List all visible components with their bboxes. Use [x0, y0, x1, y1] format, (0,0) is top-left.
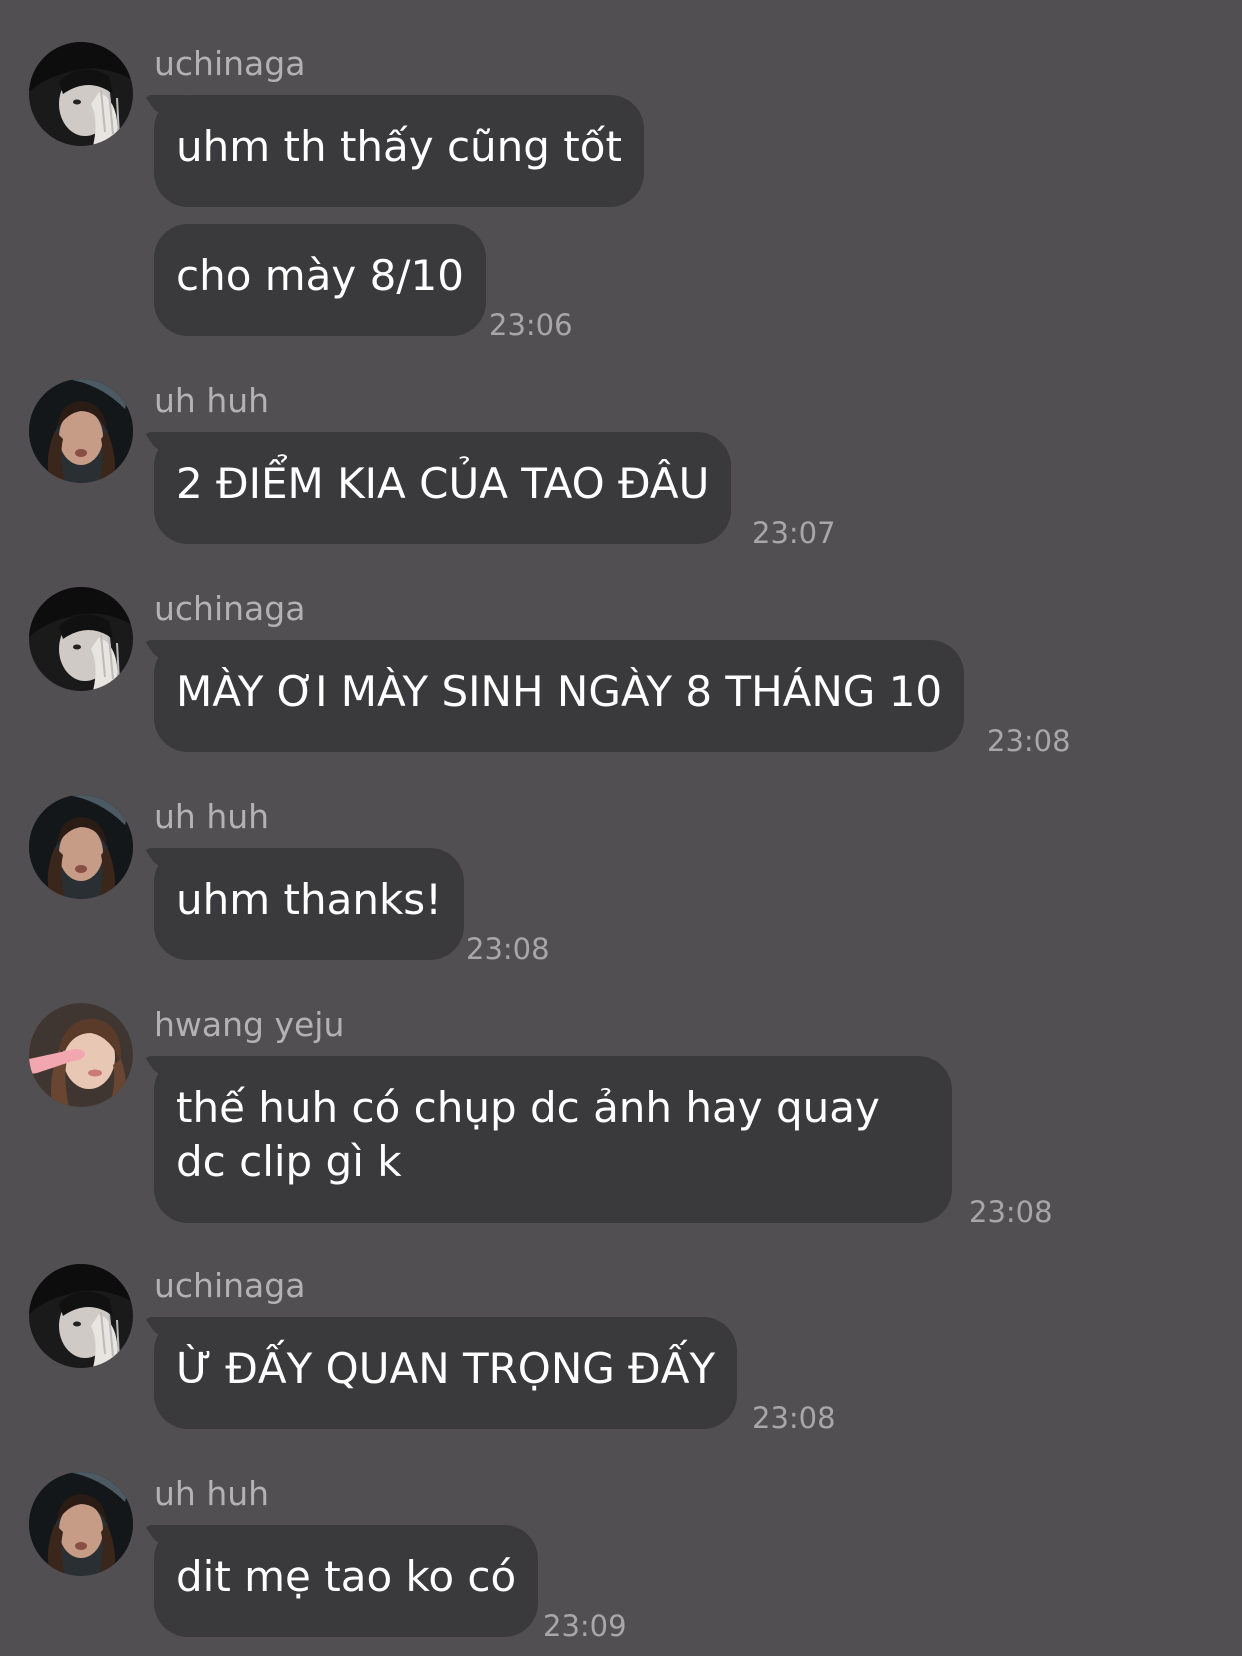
sender-name: uchinaga — [154, 1266, 306, 1305]
message-bubble[interactable]: 2 ĐIỂM KIA CỦA TAO ĐÂU — [154, 432, 732, 544]
message-text: MÀY ƠI MÀY SINH NGÀY 8 THÁNG 10 — [176, 667, 943, 716]
message-bubble[interactable]: thế huh có chụp dc ảnh hay quay dc clip … — [154, 1056, 952, 1223]
avatar-uh-huh-image — [29, 795, 133, 899]
sender-name: uh huh — [154, 797, 270, 836]
sender-name: uchinaga — [154, 589, 306, 628]
message-timestamp: 23:08 — [987, 724, 1071, 758]
message-text: thế huh có chụp dc ảnh hay quay dc clip … — [176, 1083, 880, 1186]
message-text: dit mẹ tao ko có — [176, 1552, 517, 1601]
avatar[interactable] — [29, 1472, 133, 1576]
avatar-uchinaga-image — [29, 42, 133, 146]
avatar-uchinaga-image — [29, 1264, 133, 1368]
sender-name: hwang yeju — [154, 1005, 345, 1044]
sender-name: uchinaga — [154, 44, 306, 83]
message-bubble[interactable]: dit mẹ tao ko có — [154, 1525, 539, 1637]
message-text: Ừ ĐẤY QUAN TRỌNG ĐẤY — [176, 1344, 716, 1393]
message-timestamp: 23:08 — [752, 1401, 836, 1435]
avatar-uchinaga-image — [29, 587, 133, 691]
avatar-uh-huh-image — [29, 1472, 133, 1576]
chat-message-list[interactable]: uchinaga uhm th thấy cũng tốt cho mày 8/… — [0, 0, 1242, 1656]
avatar[interactable] — [29, 1264, 133, 1368]
sender-name: uh huh — [154, 1474, 270, 1513]
message-bubble[interactable]: MÀY ƠI MÀY SINH NGÀY 8 THÁNG 10 — [154, 640, 965, 752]
message-text: uhm thanks! — [176, 875, 442, 924]
avatar[interactable] — [29, 587, 133, 691]
avatar[interactable] — [29, 795, 133, 899]
message-text: 2 ĐIỂM KIA CỦA TAO ĐÂU — [176, 459, 710, 508]
message-bubble[interactable]: cho mày 8/10 — [154, 224, 486, 336]
avatar-hwang-yeju-image — [29, 1003, 133, 1107]
message-bubble[interactable]: Ừ ĐẤY QUAN TRỌNG ĐẤY — [154, 1317, 738, 1429]
sender-name: uh huh — [154, 381, 270, 420]
message-bubble[interactable]: uhm thanks! — [154, 848, 464, 960]
avatar[interactable] — [29, 1003, 133, 1107]
message-timestamp: 23:08 — [969, 1195, 1053, 1229]
message-text: cho mày 8/10 — [176, 251, 464, 300]
avatar[interactable] — [29, 42, 133, 146]
message-text: uhm th thấy cũng tốt — [176, 122, 622, 171]
message-timestamp: 23:08 — [466, 932, 550, 966]
message-bubble[interactable]: uhm th thấy cũng tốt — [154, 95, 644, 207]
message-timestamp: 23:07 — [752, 516, 836, 550]
avatar[interactable] — [29, 379, 133, 483]
avatar-uh-huh-image — [29, 379, 133, 483]
message-timestamp: 23:09 — [543, 1609, 627, 1643]
message-timestamp: 23:06 — [489, 308, 573, 342]
